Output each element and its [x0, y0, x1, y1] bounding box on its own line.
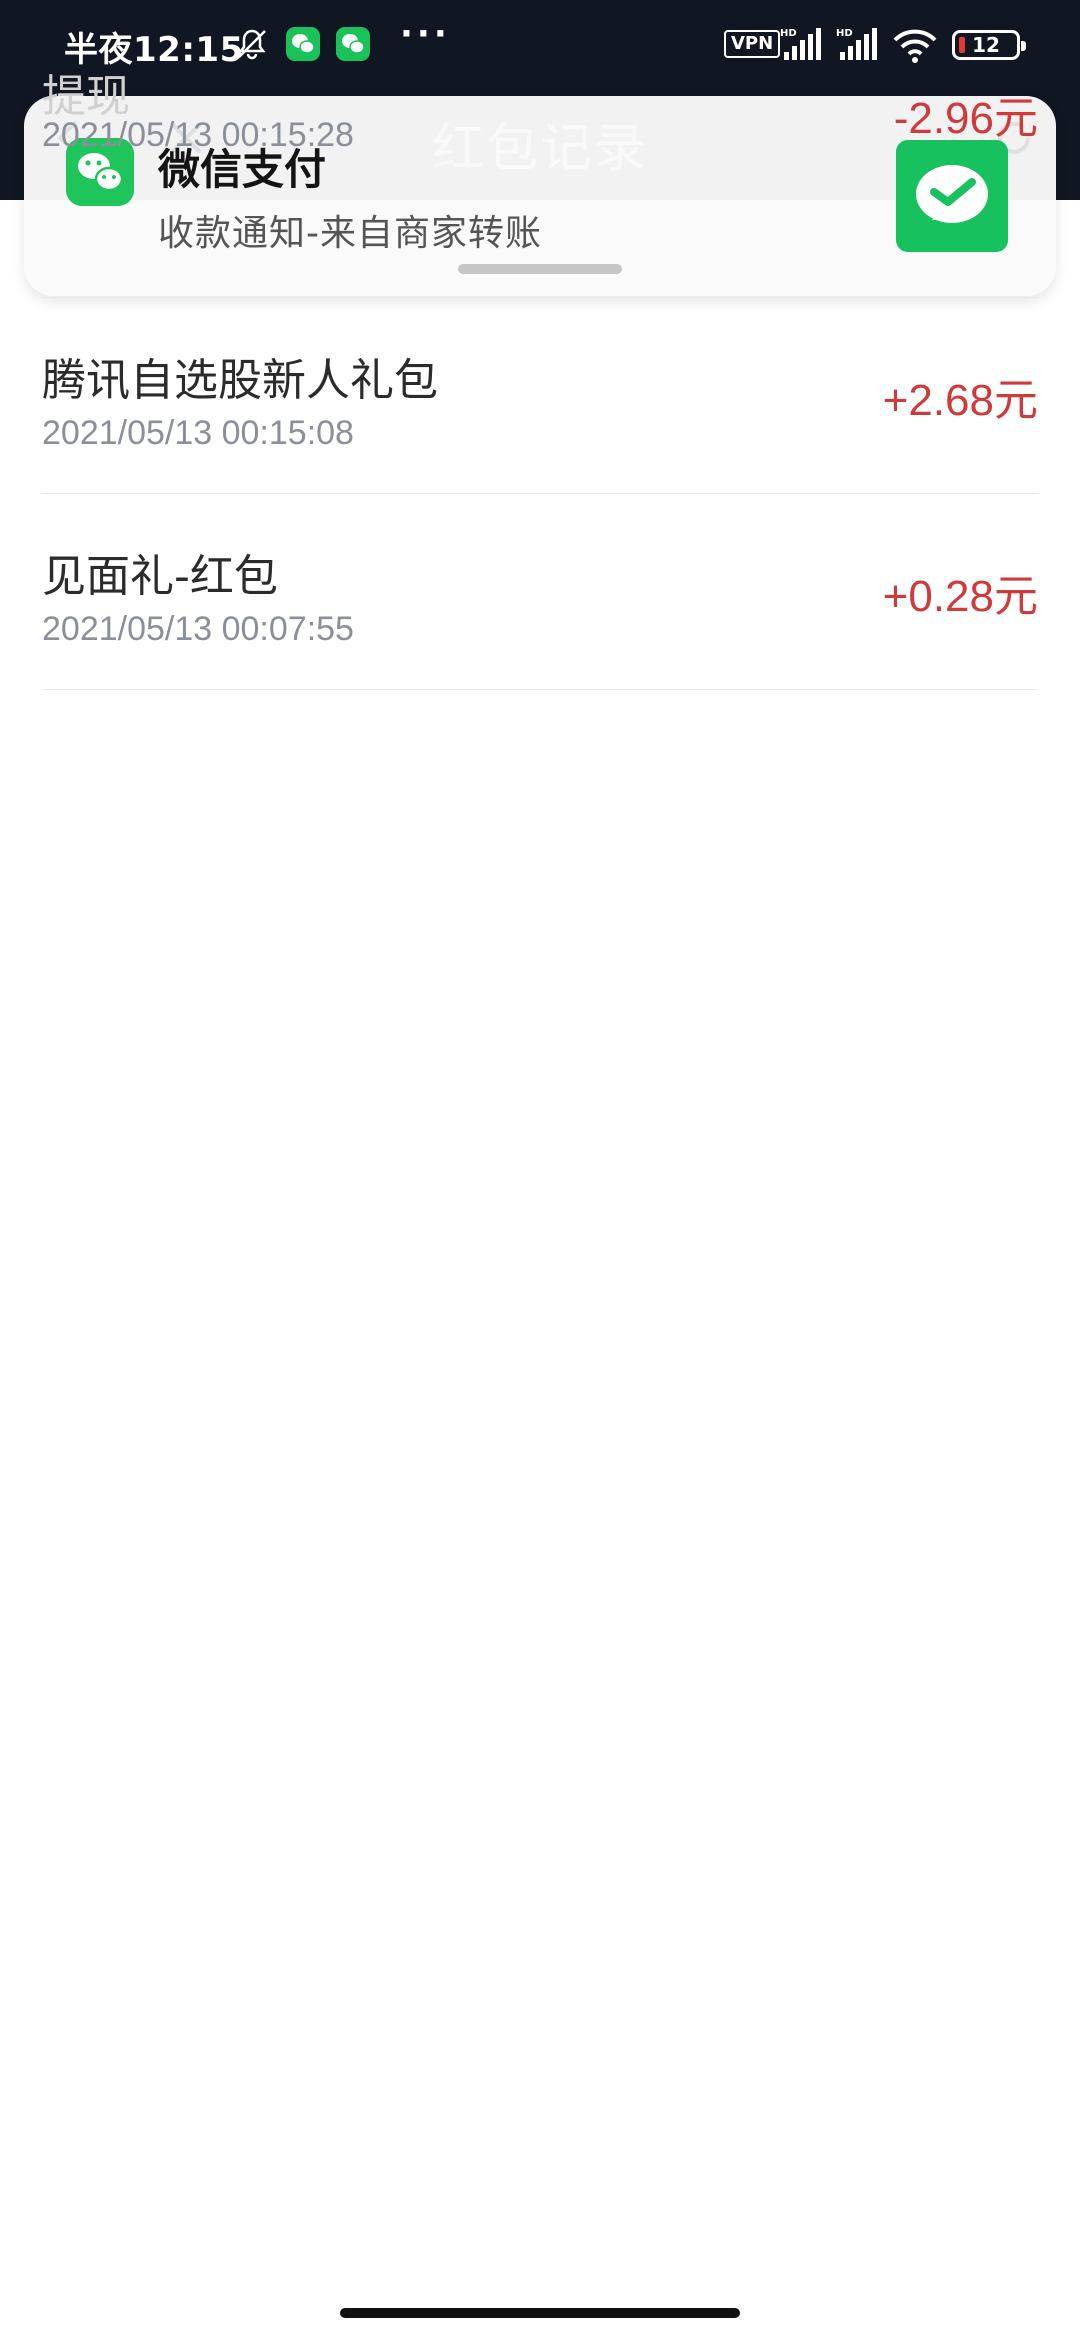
battery-level: 12 [972, 33, 1000, 57]
signal-icon: HD [780, 28, 821, 60]
home-indicator[interactable] [340, 2308, 740, 2318]
list-item[interactable]: 提现 2021/05/13 00:15:28 -2.96元 [42, 71, 1038, 298]
svg-text:HD: HD [836, 28, 853, 39]
record-amount: +2.68元 [882, 376, 1038, 425]
record-title: 提现 [42, 71, 130, 122]
more-notifications-indicator: ··· [400, 14, 451, 54]
wifi-icon [893, 29, 937, 63]
list-item[interactable]: 见面礼-红包 2021/05/13 00:07:55 +0.28元 [42, 494, 1038, 690]
record-time: 2021/05/13 00:07:55 [42, 610, 354, 648]
notifications-off-icon [238, 29, 266, 60]
signal-icon: HD [836, 28, 877, 60]
wechat-icon [336, 27, 370, 61]
wechat-icon [286, 27, 320, 61]
list-item[interactable]: 腾讯自选股新人礼包 2021/05/13 00:15:08 +2.68元 [42, 298, 1038, 494]
vpn-badge: VPN [724, 30, 781, 58]
battery-icon: 12 [952, 30, 1026, 60]
record-time: 2021/05/13 00:15:08 [42, 414, 354, 452]
record-title: 腾讯自选股新人礼包 [42, 355, 438, 406]
record-title: 见面礼-红包 [42, 551, 278, 602]
record-amount: -2.96元 [893, 94, 1038, 143]
record-time: 2021/05/13 00:15:28 [42, 116, 354, 154]
battery-low-level [959, 37, 965, 53]
svg-text:HD: HD [780, 28, 797, 39]
red-packet-records: 提现 2021/05/13 00:15:28 -2.96元 腾讯自选股新人礼包 … [42, 71, 1038, 690]
record-amount: +0.28元 [882, 572, 1038, 621]
